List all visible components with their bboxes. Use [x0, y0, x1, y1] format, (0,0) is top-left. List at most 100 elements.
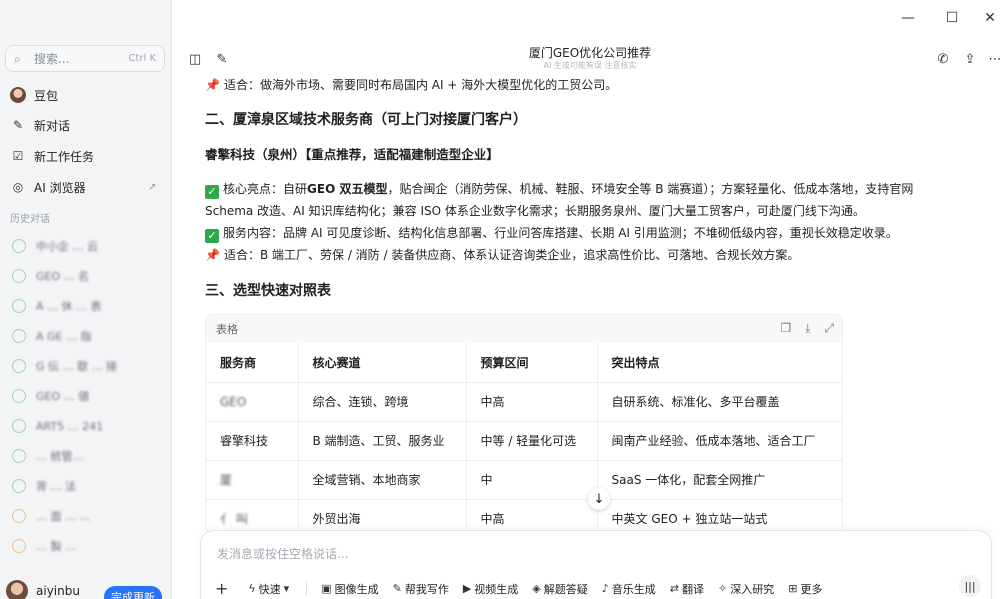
tool-write[interactable]: ✎ 帮我写作 [393, 581, 449, 597]
phone-icon[interactable]: ✆ [934, 50, 952, 68]
tool-fast[interactable]: ϟ 快速 ▾ [248, 581, 292, 597]
sidebar-item-new-task[interactable]: ☑ 新工作任务 [10, 145, 94, 167]
column-header: 预算区间 [466, 343, 598, 383]
table-cell: 睿擎科技 [206, 421, 299, 461]
download-icon[interactable]: ⤓ [805, 321, 810, 336]
chat-icon [12, 239, 26, 253]
doubao-avatar-icon [10, 87, 26, 103]
sidebar-item-new-chat[interactable]: ✎ 新对话 [10, 114, 70, 136]
table-row: GEO 综合、连锁、跨境 中高 自研系统、标准化、多平台覆盖 [206, 382, 842, 422]
tool-image[interactable]: ▣ 图像生成 [321, 581, 378, 597]
history-item[interactable]: A GE … 指 [12, 327, 162, 345]
search-box[interactable]: ⌕ 搜索... Ctrl K [5, 45, 165, 72]
user-profile[interactable]: aiyinbu [6, 580, 80, 599]
table-header-bar: 表格 ❐ ⤓ ⤢ [206, 315, 842, 343]
tool-solve[interactable]: ◈ 解题答疑 [532, 581, 587, 597]
tool-more[interactable]: ⊞ 更多 [788, 581, 822, 597]
table: 服务商 核心赛道 预算区间 突出特点 GEO 综合、连锁、跨境 中高 自研系统、… [206, 343, 842, 533]
history-item[interactable]: G 伝 … 歇 … 接 [12, 357, 162, 375]
table-cell: GEO [206, 382, 299, 422]
share-icon[interactable]: ⇪ [961, 50, 979, 68]
lightning-icon: ϟ [248, 582, 256, 595]
chat-icon [12, 539, 26, 553]
scroll-down-button[interactable]: ↓ [588, 488, 610, 510]
image-icon: ▣ [321, 582, 332, 595]
tool-video[interactable]: ▶ 视频生成 [463, 581, 518, 597]
text-line: Schema 改造、AI 知识库结构化；兼容 ISO 体系企业数字化需求；长期服… [205, 204, 865, 218]
table-cell: SaaS 一体化，配套全网推广 [597, 460, 842, 500]
task-icon: ☑ [12, 149, 24, 163]
history-item[interactable]: … 統管… [12, 447, 162, 465]
table-cell: 中 [466, 460, 598, 500]
tool-music[interactable]: ♪ 音乐生成 [602, 581, 656, 597]
table-cell: 中高 [466, 382, 598, 422]
table-row: 睿擎科技 B 端制造、工贸、服务业 中等 / 轻量化可选 闽南产业经验、低成本落… [206, 421, 842, 461]
copy-icon[interactable]: ❐ [780, 321, 791, 336]
maximize-icon[interactable]: ☐ [944, 10, 960, 26]
minimize-icon[interactable]: — [900, 10, 916, 26]
input-toolbar: + ϟ 快速 ▾ ▣ 图像生成 ✎ 帮我写作 ▶ 视频生成 ◈ 解题答疑 ♪ 音乐生成 ⇄ 翻译… [215, 579, 836, 598]
sidebar-item-label: 豆包 [34, 88, 59, 103]
pen-icon: ✎ [392, 582, 402, 595]
history-title: 历史对话 [10, 214, 50, 225]
translate-icon: ⇄ [669, 582, 680, 595]
more-icon[interactable]: ⋯ [986, 50, 1000, 68]
chat-icon [12, 299, 26, 313]
history-item[interactable]: … 面 … … [12, 507, 162, 525]
chat-icon [12, 449, 26, 463]
arrow-down-icon: ↓ [593, 491, 605, 507]
column-header: 服务商 [206, 343, 299, 383]
table-cell: 中高 [466, 499, 598, 533]
history-item[interactable]: GEO … 名 [12, 267, 162, 285]
check-icon: ✓ [205, 185, 219, 199]
voice-icon[interactable]: ||| [959, 575, 981, 597]
close-icon[interactable]: ✕ [982, 10, 998, 26]
sidebar: ⌕ 搜索... Ctrl K 豆包 ✎ 新对话 ☑ 新工作任务 ◎ AI 浏览器… [0, 0, 172, 599]
history-item[interactable]: 中小企 … 云 [12, 237, 162, 255]
table-label: 表格 [216, 323, 238, 336]
edit-icon: ✎ [12, 118, 24, 132]
message-input[interactable]: 发消息或按住空格说话... [217, 545, 348, 562]
avatar [6, 580, 28, 599]
grid-icon: ⊞ [788, 582, 798, 595]
expand-icon[interactable]: ⤢ [824, 321, 834, 336]
browser-icon: ◎ [12, 180, 24, 194]
search-icon: ⌕ [14, 51, 21, 66]
new-chat-icon[interactable]: ✎ [214, 51, 230, 67]
comparison-table: 表格 ❐ ⤓ ⤢ 服务商 核心赛道 预算区间 突出特点 GEO 综合、连锁、跨境… [205, 314, 843, 534]
sidebar-item-doubao[interactable]: 豆包 [10, 84, 58, 106]
table-header-row: 服务商 核心赛道 预算区间 突出特点 [206, 343, 842, 383]
sidebar-toggle-icon[interactable]: ◫ [187, 51, 203, 67]
table-row: 厦 全域营销、本地商家 中 SaaS 一体化，配套全网推广 [206, 460, 842, 500]
history-item[interactable]: A … 休 … 表 [12, 297, 162, 315]
plus-icon[interactable]: + [215, 579, 228, 598]
divider [306, 581, 308, 596]
history-item[interactable]: GEO … 値 [12, 387, 162, 405]
pin-icon: 📌 [205, 248, 220, 262]
company-title: 睿擎科技（泉州）【重点推荐，适配福建制造型企业】 [205, 147, 499, 162]
column-header: 核心赛道 [298, 343, 467, 383]
table-cell: B 端制造、工贸、服务业 [298, 421, 467, 461]
tool-translate[interactable]: ⇄ 翻译 [670, 581, 704, 597]
sidebar-item-label: 新工作任务 [34, 149, 95, 164]
search-placeholder: 搜索... [34, 52, 70, 66]
chat-icon [12, 389, 26, 403]
text-line: 📌 适合：B 端工厂、劳保 / 消防 / 装备供应商、体系认证咨询类企业，追求高性… [205, 248, 800, 262]
sidebar-item-label: AI 浏览器 [34, 180, 86, 195]
table-cell: 厦 [206, 460, 299, 500]
chat-icon [12, 329, 26, 343]
research-icon: ✧ [718, 582, 728, 595]
history-item[interactable]: ART5 … 241 [12, 417, 162, 435]
page-title: 厦门GEO优化公司推荐 [528, 46, 652, 60]
message-input-box[interactable]: 发消息或按住空格说话... + ϟ 快速 ▾ ▣ 图像生成 ✎ 帮我写作 ▶ 视频生成 ◈… [200, 530, 992, 599]
music-icon: ♪ [601, 582, 609, 595]
table-cell: 亻 叫 [206, 499, 299, 533]
sidebar-item-ai-browser[interactable]: ◎ AI 浏览器 ↗ [10, 176, 160, 198]
table-cell: 闽南产业经验、低成本落地、适合工厂 [597, 421, 842, 461]
history-item[interactable]: 宵 … 法 [12, 477, 162, 495]
external-link-icon: ↗ [148, 181, 157, 193]
tool-research[interactable]: ✧ 深入研究 [718, 581, 774, 597]
history-item[interactable]: … 製 … [12, 537, 162, 555]
table-cell: 自研系统、标准化、多平台覆盖 [597, 382, 842, 422]
upgrade-button[interactable]: 完成更新 [104, 586, 162, 599]
